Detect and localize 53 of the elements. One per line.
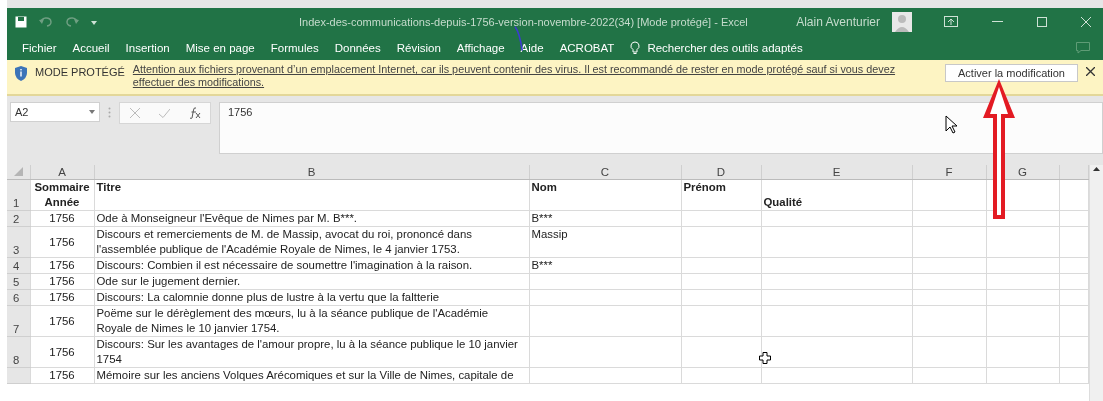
ribbon-tab[interactable]: Affichage xyxy=(448,41,513,54)
column-title: Qualité xyxy=(763,196,803,208)
column-header[interactable]: F xyxy=(912,165,986,180)
enable-editing-button[interactable]: Activer la modification xyxy=(945,64,1078,82)
user-name: Alain Aventurier xyxy=(796,14,880,29)
name-box[interactable]: A2 xyxy=(10,102,100,122)
table-cell: Poëme sur le dérèglement des mœurs, lu à la séance publique de l'Académie Royale de Nimes le 10 janvier 1754. xyxy=(96,307,489,334)
formula-input[interactable]: 1756 xyxy=(219,102,1103,154)
table-cell: Massip xyxy=(531,228,568,240)
column-title: Prénom xyxy=(683,181,726,193)
ribbon-tab[interactable]: Insertion xyxy=(117,41,178,54)
table-cell: 1756 xyxy=(49,314,75,327)
column-header[interactable]: B xyxy=(94,165,529,180)
ribbon-tab[interactable]: Mise en page xyxy=(177,41,263,54)
ribbon-tab[interactable]: Accueil xyxy=(64,41,118,54)
tell-me-search[interactable]: Rechercher des outils adaptés xyxy=(630,40,803,55)
table-cell: Ode à Monseigneur l'Evêque de Nimes par M. B***. xyxy=(96,212,357,224)
table-cell: 1756 xyxy=(49,345,75,358)
ribbon-tab[interactable]: Formules xyxy=(262,41,327,54)
window-title: Index-des-communications-depuis-1756-version-novembre-2022(34) [Mode protégé] - Excel xyxy=(299,15,748,28)
table-cell: Ode sur le jugement dernier. xyxy=(96,275,241,287)
column-header[interactable]: D xyxy=(681,165,761,180)
ribbon-tab[interactable]: Fichier xyxy=(14,41,65,54)
row-header[interactable]: 3 xyxy=(7,226,30,258)
table-cell: 1756 xyxy=(49,212,75,224)
table-cell: Discours: Sur les avantages de l'amour propre, lu à la séance publique le 10 janvier 1754 xyxy=(96,338,518,365)
row-header[interactable]: 7 xyxy=(7,305,30,337)
column-title: SommaireAnnée xyxy=(34,181,90,208)
column-title: Titre xyxy=(96,181,121,193)
table-cell: 1756 xyxy=(49,291,75,303)
table-cell: B*** xyxy=(531,212,553,224)
row-header[interactable]: 8 xyxy=(7,336,30,368)
protected-mode-label: MODE PROTÉGÉ xyxy=(35,66,125,78)
row-header[interactable]: 1 xyxy=(7,179,30,211)
table-cell: B*** xyxy=(531,259,553,271)
column-title: Nom xyxy=(531,181,557,193)
table-cell: Discours: Combien il est nécessaire de soumettre l'imagination à la raison. xyxy=(96,259,473,271)
table-cell: 1756 xyxy=(49,369,75,381)
ribbon-tab[interactable]: ACROBAT xyxy=(551,41,623,54)
cell-reference: A2 xyxy=(15,106,29,118)
column-header[interactable]: E xyxy=(761,165,912,180)
column-header[interactable]: A xyxy=(30,165,94,180)
table-cell: 1756 xyxy=(49,235,75,248)
table-cell: Discours et remerciements de M. de Massip, avocat du roi, prononcé dans l'assemblée publique de l'Académie Royale de Nimes, le 4 janvier 1753. xyxy=(96,228,472,255)
ribbon-tab[interactable]: Données xyxy=(326,41,389,54)
table-cell: Discours: La calomnie donne plus de lustre à la vertu que la faltterie xyxy=(96,291,440,303)
column-header[interactable]: C xyxy=(529,165,681,180)
table-cell: 1756 xyxy=(49,275,75,287)
table-cell: Mémoire sur les anciens Volques Arécomiques et sur la Ville de Nimes, capitale de xyxy=(96,369,514,381)
table-cell: 1756 xyxy=(49,259,75,271)
warning-link[interactable]: Attention aux fichiers provenant d’un emplacement Internet, car ils peuvent contenir des virus. Il est recommandé de rester en mode protégé sauf si vous devez effectuer des modifications. xyxy=(132,63,917,89)
ribbon-tab[interactable]: Révision xyxy=(388,41,449,54)
ribbon-tab[interactable]: Aide xyxy=(512,41,552,54)
